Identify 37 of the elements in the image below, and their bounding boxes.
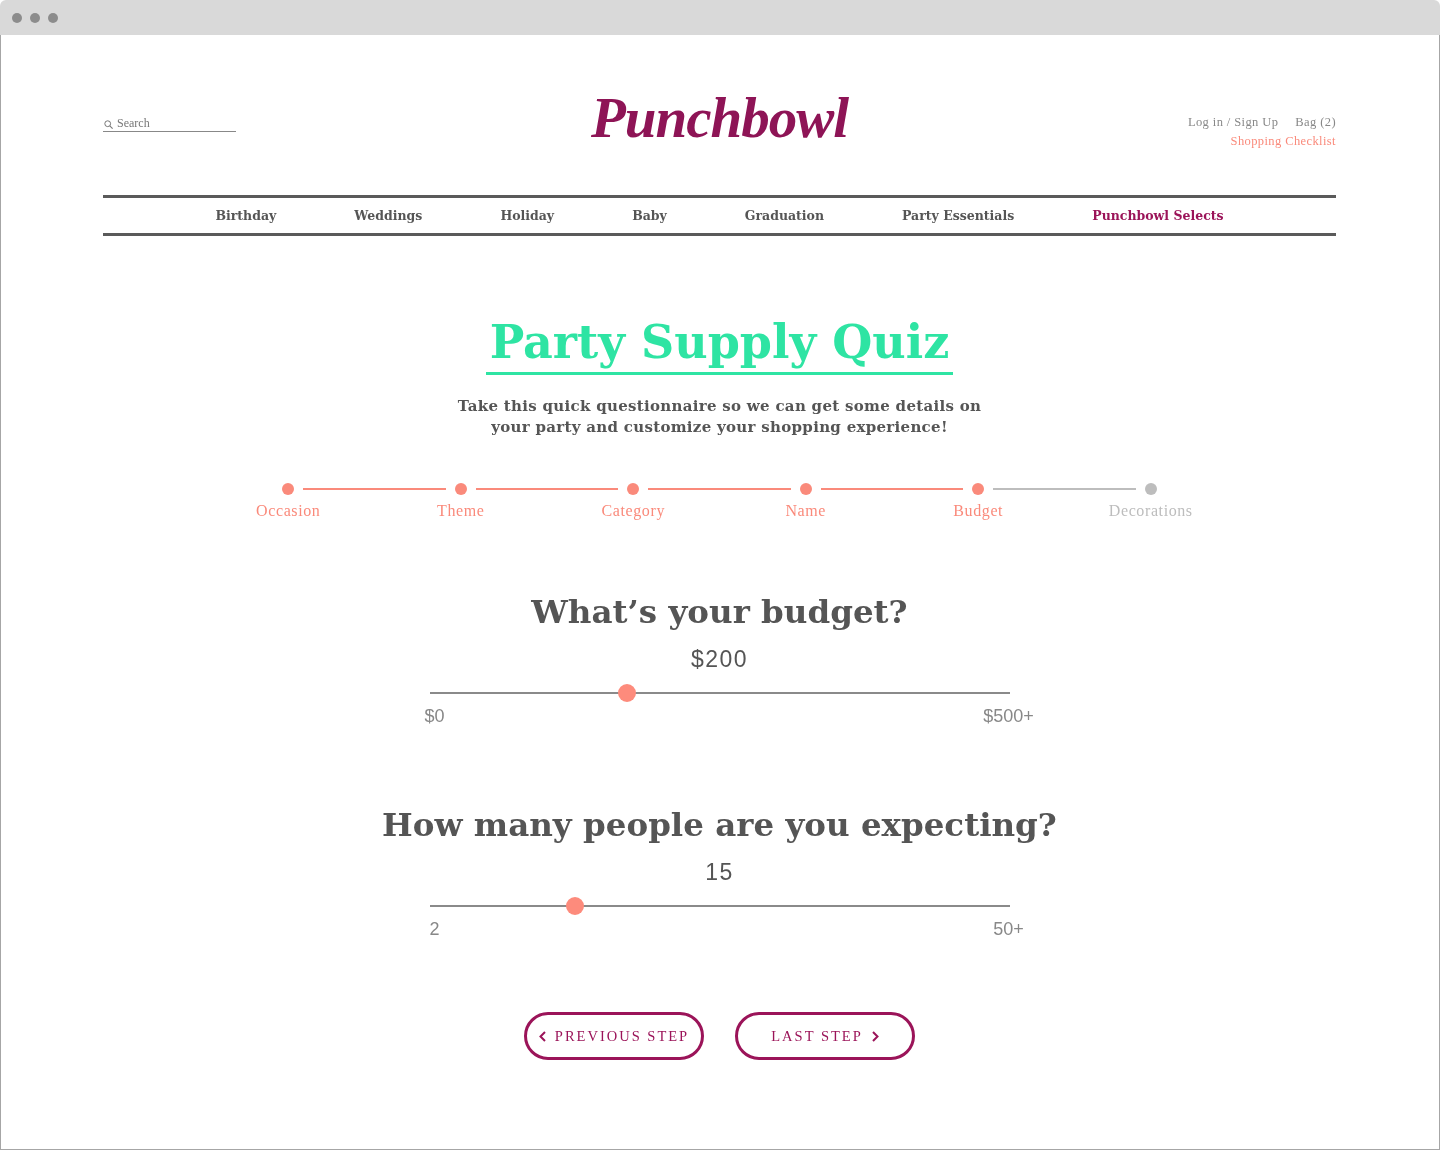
account-link[interactable]: Bag (2): [1295, 114, 1336, 130]
chevron-right-icon: [871, 1030, 879, 1042]
account-link[interactable]: Log in / Sign Up: [1187, 114, 1279, 130]
step-label: Decorations: [1108, 502, 1193, 520]
window-dot-icon: [48, 12, 58, 23]
window-dot-icon: [12, 12, 22, 23]
step-label: Occasion: [256, 502, 321, 520]
slider-thumb[interactable]: [617, 684, 636, 702]
question-heading: What’s your budget?: [531, 592, 908, 632]
step-label: Budget: [953, 502, 1004, 520]
slider-thumb[interactable]: [565, 897, 584, 915]
step-label: Theme: [437, 502, 485, 520]
slider-value: 15: [705, 858, 734, 886]
previous-step-button[interactable]: PREVIOUS STEP: [524, 1012, 704, 1060]
step-label: Category: [601, 502, 665, 520]
question-heading: How many people are you expecting?: [382, 805, 1057, 845]
punchbowl-logo[interactable]: Punchbowl: [590, 88, 849, 148]
nav-item[interactable]: Graduation: [744, 208, 825, 223]
slider-value: $200: [690, 645, 749, 673]
slider-max-label: $500+: [983, 705, 1034, 727]
slider-max-label: 50+: [993, 918, 1024, 940]
nav-item[interactable]: Weddings: [354, 208, 423, 223]
slider-min-label: 2: [429, 918, 440, 940]
nav-item[interactable]: Punchbowl Selects: [1092, 208, 1224, 223]
slider-min-label: $0: [424, 705, 445, 727]
nav-item[interactable]: Holiday: [500, 208, 555, 223]
nav-item[interactable]: Party Essentials: [902, 208, 1015, 223]
chevron-left-icon: [538, 1030, 546, 1042]
search-icon: [104, 120, 113, 129]
quiz-title: Party Supply Quiz: [485, 312, 954, 375]
search-field[interactable]: Search: [103, 116, 236, 132]
step-label: Name: [785, 502, 827, 520]
window-dot-icon: [30, 12, 40, 23]
nav-item[interactable]: Birthday: [215, 208, 277, 223]
nav-item[interactable]: Baby: [632, 208, 667, 223]
quiz-intro-text: Take this quick questionnaire so we can get some details on your party and customize your shopping experience!: [456, 396, 983, 438]
next-step-button[interactable]: LAST STEP: [735, 1012, 915, 1060]
